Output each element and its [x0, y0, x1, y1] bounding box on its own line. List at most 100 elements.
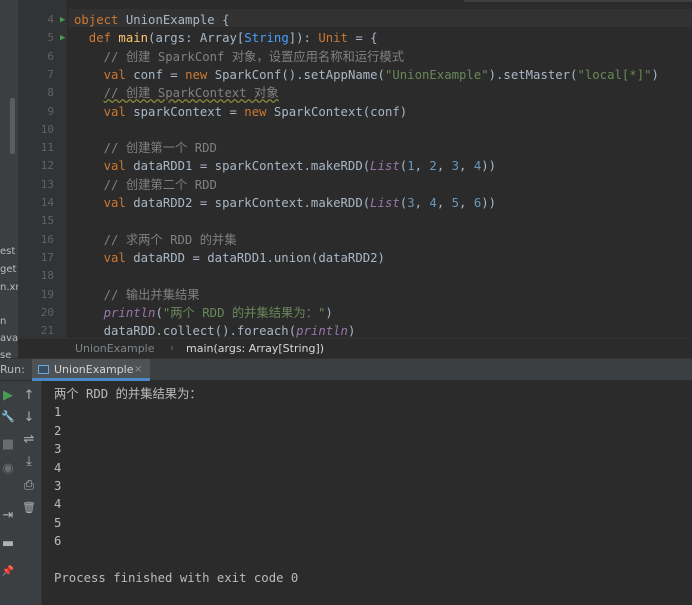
code-token: , [436, 159, 452, 174]
editor-top-edge [464, 0, 692, 2]
code-token: new [244, 104, 274, 119]
code-token: List [370, 159, 400, 174]
code-token: ( [155, 305, 163, 320]
print-icon[interactable]: ⎙ [19, 479, 39, 493]
code-token: String [244, 31, 289, 46]
line-number: 6 [47, 49, 54, 63]
code-token: 4 [429, 196, 437, 210]
code-token: List [370, 196, 400, 210]
code-token: dataRDD = dataRDD1.union(dataRDD2) [133, 250, 385, 265]
code-token: val [74, 67, 134, 82]
code-token: // 创建第二个 RDD [74, 177, 217, 192]
code-token: dataRDD2 = sparkContext.makeRDD( [133, 196, 371, 210]
console-line: 1 [54, 405, 62, 420]
code-token: ) [325, 305, 333, 320]
editor-gutter[interactable]: 4 ▶ 5 ▶ 6 7 8 9 10 11 12 13 14 15 16 17 18 19 20 21 [18, 0, 87, 338]
soft-wrap-icon[interactable]: ⇌ [19, 433, 39, 447]
project-item-fragment[interactable]: n [0, 316, 6, 327]
code-token: val [74, 159, 134, 174]
code-line: object UnionExample { [74, 11, 229, 29]
code-token: Unit [318, 31, 348, 46]
console-line: 2 [54, 423, 62, 438]
line-number: 19 [40, 287, 54, 301]
breadcrumb-method[interactable]: main(args: Array[String]) [186, 339, 324, 359]
line-number: 5 [47, 31, 54, 45]
code-token: // 创建第一个 RDD [74, 141, 217, 156]
console-line: 4 [54, 497, 62, 512]
code-token: object [74, 13, 126, 27]
code-token: 2 [429, 159, 437, 174]
down-arrow-icon[interactable]: ↓ [19, 411, 39, 425]
code-token: println [103, 305, 156, 320]
code-token: 3 [451, 159, 460, 174]
gutter-run-icon[interactable]: ▶ [60, 29, 69, 47]
code-line: dataRDD.collect().foreach(println) [74, 322, 356, 338]
code-token: new [185, 67, 215, 82]
console-line: 3 [54, 479, 62, 493]
code-line: val dataRDD1 = sparkContext.makeRDD(List… [74, 157, 496, 175]
console-line: 3 [54, 442, 62, 457]
code-token: val [74, 196, 134, 210]
project-panel-strip[interactable]: est get n.xn n ava se [0, 0, 18, 362]
run-toolbar-inner: ↑ ↓ ⇌ ⤓ ⎙ 🗑 [16, 381, 42, 605]
line-number: 18 [40, 269, 54, 283]
code-token: conf = [133, 67, 186, 82]
code-token: main [118, 31, 149, 46]
code-token: SparkConf().setAppName( [214, 67, 385, 82]
code-token: ) [651, 67, 659, 82]
code-token: UnionExample { [125, 13, 230, 27]
code-token: val [74, 250, 134, 265]
project-item-fragment[interactable]: get [0, 264, 16, 275]
line-number: 14 [40, 196, 54, 209]
line-number: 4 [47, 13, 54, 26]
code-line: println("两个 RDD 的并集结果为：") [74, 304, 333, 322]
console-output[interactable]: 两个 RDD 的并集结果为： 1 2 3 4 3 4 5 6 Process finished w… [42, 381, 692, 605]
breadcrumb-object[interactable]: UnionExample [75, 339, 155, 359]
code-editor[interactable]: object UnionExample { def main(args: Arr… [69, 0, 692, 338]
code-token: , [414, 159, 430, 174]
code-token: ]): [288, 31, 319, 46]
tab-union-example[interactable]: UnionExample × [32, 359, 150, 381]
scroll-to-end-icon[interactable]: ⤓ [19, 455, 39, 469]
code-token: ) [347, 324, 356, 338]
code-line: val dataRDD = dataRDD1.union(dataRDD2) [74, 249, 385, 267]
line-number: 10 [40, 122, 54, 136]
line-number: 20 [40, 305, 54, 319]
code-line: val sparkContext = new SparkContext(conf… [74, 103, 408, 121]
close-icon[interactable]: × [134, 359, 142, 381]
code-token: println [296, 324, 348, 338]
line-number: 12 [40, 159, 54, 173]
line-number: 17 [40, 250, 54, 264]
code-token: = { [347, 31, 378, 46]
code-token: (args: Array[ [148, 31, 245, 46]
breadcrumb: UnionExample › main(args: Array[String]) [18, 338, 692, 358]
code-line: val conf = new SparkConf().setAppName("U… [74, 66, 659, 84]
code-token: SparkContext(conf) [273, 104, 408, 119]
code-token: , [414, 196, 430, 210]
gutter-run-icon[interactable]: ▶ [60, 11, 69, 29]
code-token: // 创建 SparkContext 对象 [103, 86, 279, 101]
line-number: 13 [40, 177, 54, 191]
code-line: // 创建第二个 RDD [74, 176, 217, 194]
up-arrow-icon[interactable]: ↑ [19, 389, 39, 403]
line-number: 15 [40, 214, 54, 228]
run-tool-window-header: Run: UnionExample × [0, 358, 692, 381]
code-token: // 输出并集结果 [74, 287, 200, 302]
console-line: 两个 RDD 的并集结果为： [54, 387, 202, 401]
code-token: 5 [451, 196, 460, 210]
project-scrollbar[interactable] [10, 98, 15, 154]
code-token: dataRDD1 = sparkContext.makeRDD( [133, 159, 371, 174]
code-token: dataRDD.collect().foreach( [74, 324, 297, 338]
project-item-fragment[interactable]: est [0, 246, 15, 257]
code-line: def main(args: Array[String]): Unit = { [74, 29, 378, 47]
trash-icon[interactable]: 🗑 [19, 501, 39, 515]
line-number: 7 [47, 67, 54, 81]
project-item-fragment[interactable]: ava [0, 333, 18, 344]
code-token: "local[*]" [577, 67, 652, 82]
project-item-fragment[interactable]: n.xn [0, 282, 18, 293]
code-token: 1 [407, 159, 415, 174]
code-line: val dataRDD2 = sparkContext.makeRDD(List… [74, 194, 496, 212]
breadcrumb-separator-icon: › [170, 343, 174, 354]
